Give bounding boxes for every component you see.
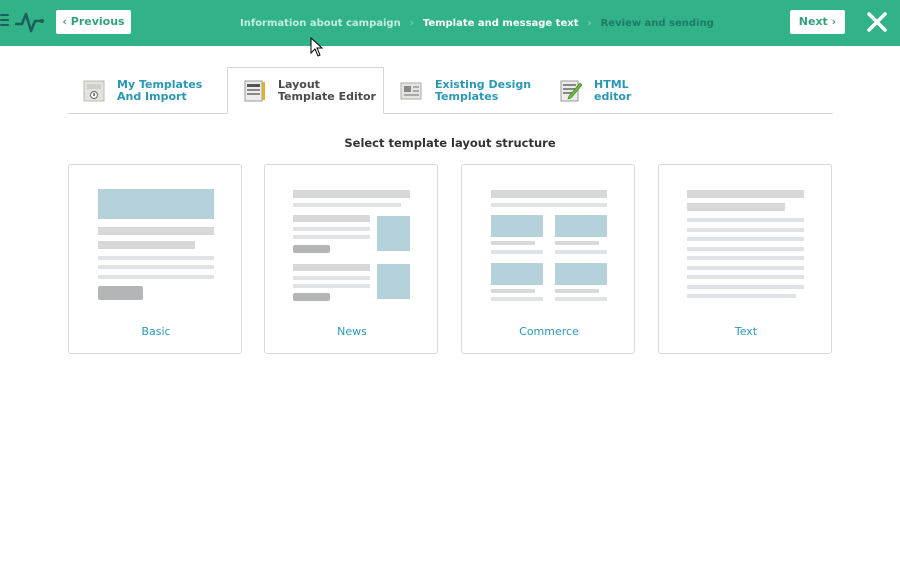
layout-label: Commerce (519, 325, 579, 338)
editor-tabs: My Templates And Import Layout Template … (68, 67, 833, 114)
text-layout-preview (687, 190, 804, 298)
tab-existing-design[interactable]: Existing Design Templates (400, 67, 531, 114)
tab-my-templates[interactable]: My Templates And Import (82, 67, 202, 114)
mouse-cursor-icon (310, 37, 324, 57)
tab-label-line2: And Import (117, 89, 187, 103)
templates-import-icon (83, 80, 105, 101)
tab-label-line2: editor (594, 89, 632, 103)
tab-label-line1: Existing Design (435, 77, 532, 91)
tab-label-line1: Layout (278, 77, 320, 91)
step-campaign-info[interactable]: Information about campaign (240, 18, 401, 29)
tab-label-line2: Template Editor (278, 89, 376, 103)
layout-editor-icon (244, 80, 265, 101)
layout-card-basic[interactable]: Basic (68, 164, 242, 354)
tab-label-line2: Templates (435, 89, 499, 103)
layout-card-text[interactable]: Text (658, 164, 832, 354)
news-layout-preview (293, 190, 410, 301)
layout-card-news[interactable]: News (264, 164, 438, 354)
commerce-layout-preview (491, 190, 607, 301)
design-templates-icon (400, 82, 422, 99)
close-icon[interactable] (866, 11, 888, 33)
chevron-right-icon: › (587, 17, 592, 29)
layout-label: News (337, 325, 367, 338)
top-bar: ‹ Previous Information about campaign › … (0, 0, 900, 46)
tab-label-line1: HTML (594, 77, 629, 91)
chevron-right-icon: › (831, 15, 837, 28)
tab-html-editor[interactable]: HTML editor (559, 67, 631, 114)
layout-label: Text (734, 325, 758, 338)
next-label: Next (798, 15, 828, 28)
next-button[interactable]: Next › (790, 10, 845, 34)
layout-label: Basic (141, 325, 171, 338)
menu-icon[interactable] (0, 14, 10, 30)
step-template-message[interactable]: Template and message text (423, 18, 579, 29)
basic-layout-preview (98, 189, 214, 300)
previous-button[interactable]: ‹ Previous (56, 10, 131, 34)
tab-label-line1: My Templates (117, 77, 203, 91)
pulse-logo-icon[interactable] (15, 9, 45, 35)
step-review-sending[interactable]: Review and sending (601, 18, 714, 29)
chevron-right-icon: › (409, 17, 414, 29)
previous-label: Previous (70, 15, 125, 28)
layout-card-commerce[interactable]: Commerce (461, 164, 635, 354)
html-editor-icon (560, 80, 583, 101)
tab-layout-editor[interactable]: Layout Template Editor (227, 67, 384, 114)
section-title: Select template layout structure (344, 136, 556, 150)
chevron-left-icon: ‹ (62, 15, 67, 28)
